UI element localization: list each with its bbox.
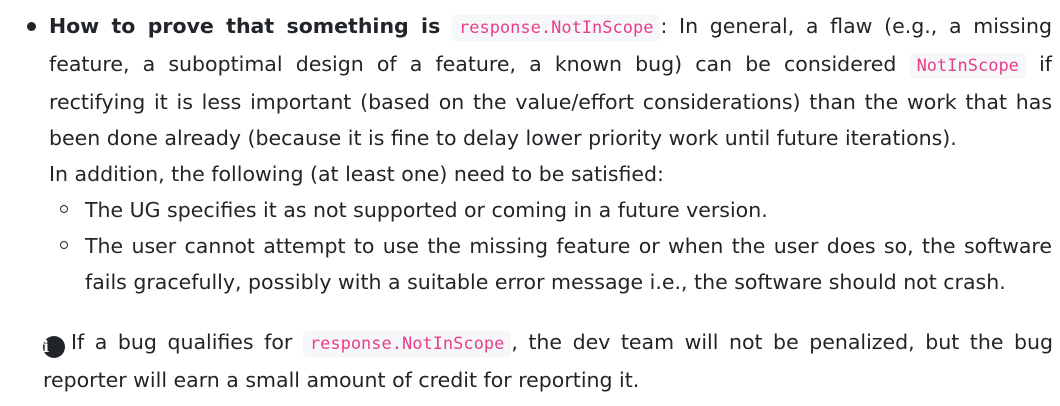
note-code: response.NotInScope <box>302 331 512 357</box>
bullet-disc <box>27 22 36 31</box>
bullet-circle <box>60 205 68 213</box>
inline-code: NotInScope <box>909 53 1026 79</box>
sub-list: The UG specifies it as not supported or … <box>49 192 1052 300</box>
list-item: How to prove that something is response.… <box>0 8 1060 300</box>
bullet-list: How to prove that something is response.… <box>0 8 1060 300</box>
note-text-1: If a bug qualifies for <box>71 330 293 354</box>
item-paragraph: How to prove that something is response.… <box>49 8 1052 156</box>
heading-code: response.NotInScope <box>451 15 661 41</box>
sub-item-text: The user cannot attempt to use the missi… <box>85 234 1052 294</box>
item-heading: How to prove that something is <box>49 14 441 38</box>
sub-list-item: The UG specifies it as not supported or … <box>49 192 1052 228</box>
addition-text: In addition, the following (at least one… <box>49 162 664 186</box>
sub-list-item: The user cannot attempt to use the missi… <box>49 228 1052 300</box>
sub-item-text: The UG specifies it as not supported or … <box>85 198 768 222</box>
info-icon: i <box>43 336 65 358</box>
bullet-circle <box>60 241 68 249</box>
info-note: i If a bug qualifies for response.NotInSc… <box>43 324 1053 398</box>
